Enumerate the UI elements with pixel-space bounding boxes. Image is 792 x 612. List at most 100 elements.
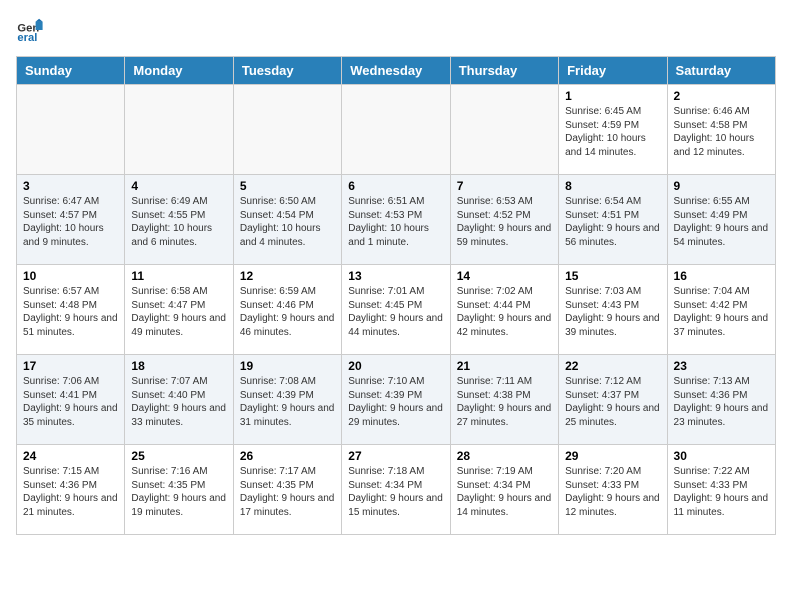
calendar-cell: 27 Sunrise: 7:18 AM Sunset: 4:34 PM Dayli…	[342, 445, 450, 535]
day-number: 15	[565, 269, 660, 283]
col-header-friday: Friday	[559, 57, 667, 85]
day-info: Sunrise: 6:54 AM Sunset: 4:51 PM Dayligh…	[565, 195, 660, 249]
day-info: Sunrise: 7:13 AM Sunset: 4:36 PM Dayligh…	[674, 375, 769, 429]
day-info: Sunrise: 7:07 AM Sunset: 4:40 PM Dayligh…	[131, 375, 226, 429]
page-header: Gen eral	[16, 16, 776, 44]
calendar-cell: 3Sunrise: 6:47 AM Sunset: 4:57 PM Daylig…	[17, 175, 125, 265]
calendar-cell: 7Sunrise: 6:53 AM Sunset: 4:52 PM Daylig…	[450, 175, 558, 265]
logo: Gen eral	[16, 16, 48, 44]
calendar-cell	[125, 85, 233, 175]
col-header-thursday: Thursday	[450, 57, 558, 85]
day-number: 1	[565, 89, 660, 103]
calendar-week-row: 17 Sunrise: 7:06 AM Sunset: 4:41 PM Dayli…	[17, 355, 776, 445]
day-number: 11	[131, 269, 226, 283]
day-info: Sunrise: 7:11 AM Sunset: 4:38 PM Dayligh…	[457, 375, 552, 429]
calendar-cell: 8 Sunrise: 6:54 AM Sunset: 4:51 PM Daylig…	[559, 175, 667, 265]
calendar-cell	[17, 85, 125, 175]
calendar-cell: 14Sunrise: 7:02 AM Sunset: 4:44 PM Dayli…	[450, 265, 558, 355]
calendar-cell: 28 Sunrise: 7:19 AM Sunset: 4:34 PM Dayli…	[450, 445, 558, 535]
day-info: Sunrise: 6:49 AM Sunset: 4:55 PM Dayligh…	[131, 195, 226, 249]
calendar-week-row: 10 Sunrise: 6:57 AM Sunset: 4:48 PM Dayli…	[17, 265, 776, 355]
day-info: Sunrise: 7:16 AM Sunset: 4:35 PM Dayligh…	[131, 465, 226, 519]
day-info: Sunrise: 7:17 AM Sunset: 4:35 PM Dayligh…	[240, 465, 335, 519]
calendar-cell: 12Sunrise: 6:59 AM Sunset: 4:46 PM Dayli…	[233, 265, 341, 355]
calendar-cell: 6 Sunrise: 6:51 AM Sunset: 4:53 PM Daylig…	[342, 175, 450, 265]
day-info: Sunrise: 7:22 AM Sunset: 4:33 PM Dayligh…	[674, 465, 769, 519]
calendar-cell: 25 Sunrise: 7:16 AM Sunset: 4:35 PM Dayli…	[125, 445, 233, 535]
day-number: 4	[131, 179, 226, 193]
logo-icon: Gen eral	[16, 16, 44, 44]
calendar-cell: 23 Sunrise: 7:13 AM Sunset: 4:36 PM Dayli…	[667, 355, 775, 445]
calendar-cell: 10 Sunrise: 6:57 AM Sunset: 4:48 PM Dayli…	[17, 265, 125, 355]
calendar-cell: 21Sunrise: 7:11 AM Sunset: 4:38 PM Dayli…	[450, 355, 558, 445]
calendar-cell	[450, 85, 558, 175]
calendar-header-row: SundayMondayTuesdayWednesdayThursdayFrid…	[17, 57, 776, 85]
day-number: 22	[565, 359, 660, 373]
day-info: Sunrise: 6:47 AM Sunset: 4:57 PM Dayligh…	[23, 195, 118, 249]
day-number: 14	[457, 269, 552, 283]
day-number: 10	[23, 269, 118, 283]
day-info: Sunrise: 6:51 AM Sunset: 4:53 PM Dayligh…	[348, 195, 443, 249]
day-number: 9	[674, 179, 769, 193]
calendar-cell: 17 Sunrise: 7:06 AM Sunset: 4:41 PM Dayli…	[17, 355, 125, 445]
day-number: 28	[457, 449, 552, 463]
day-number: 5	[240, 179, 335, 193]
col-header-wednesday: Wednesday	[342, 57, 450, 85]
day-info: Sunrise: 6:59 AM Sunset: 4:46 PM Dayligh…	[240, 285, 335, 339]
day-number: 20	[348, 359, 443, 373]
day-info: Sunrise: 7:19 AM Sunset: 4:34 PM Dayligh…	[457, 465, 552, 519]
day-info: Sunrise: 7:06 AM Sunset: 4:41 PM Dayligh…	[23, 375, 118, 429]
calendar-cell: 20Sunrise: 7:10 AM Sunset: 4:39 PM Dayli…	[342, 355, 450, 445]
day-number: 13	[348, 269, 443, 283]
day-info: Sunrise: 7:01 AM Sunset: 4:45 PM Dayligh…	[348, 285, 443, 339]
svg-text:eral: eral	[17, 32, 37, 44]
day-number: 8	[565, 179, 660, 193]
calendar-cell: 22 Sunrise: 7:12 AM Sunset: 4:37 PM Dayli…	[559, 355, 667, 445]
calendar-cell: 19 Sunrise: 7:08 AM Sunset: 4:39 PM Dayli…	[233, 355, 341, 445]
day-info: Sunrise: 7:08 AM Sunset: 4:39 PM Dayligh…	[240, 375, 335, 429]
calendar-cell: 2Sunrise: 6:46 AM Sunset: 4:58 PM Daylig…	[667, 85, 775, 175]
calendar-cell: 9 Sunrise: 6:55 AM Sunset: 4:49 PM Daylig…	[667, 175, 775, 265]
calendar-cell	[233, 85, 341, 175]
day-number: 29	[565, 449, 660, 463]
calendar-cell: 24 Sunrise: 7:15 AM Sunset: 4:36 PM Dayli…	[17, 445, 125, 535]
calendar-cell: 29 Sunrise: 7:20 AM Sunset: 4:33 PM Dayli…	[559, 445, 667, 535]
day-number: 23	[674, 359, 769, 373]
col-header-sunday: Sunday	[17, 57, 125, 85]
calendar-table: SundayMondayTuesdayWednesdayThursdayFrid…	[16, 56, 776, 535]
calendar-cell: 5 Sunrise: 6:50 AM Sunset: 4:54 PM Daylig…	[233, 175, 341, 265]
day-number: 24	[23, 449, 118, 463]
calendar-cell: 26 Sunrise: 7:17 AM Sunset: 4:35 PM Dayli…	[233, 445, 341, 535]
day-number: 18	[131, 359, 226, 373]
day-number: 6	[348, 179, 443, 193]
day-number: 16	[674, 269, 769, 283]
col-header-tuesday: Tuesday	[233, 57, 341, 85]
day-number: 2	[674, 89, 769, 103]
day-info: Sunrise: 7:03 AM Sunset: 4:43 PM Dayligh…	[565, 285, 660, 339]
day-info: Sunrise: 6:50 AM Sunset: 4:54 PM Dayligh…	[240, 195, 335, 249]
calendar-week-row: 3Sunrise: 6:47 AM Sunset: 4:57 PM Daylig…	[17, 175, 776, 265]
day-info: Sunrise: 7:04 AM Sunset: 4:42 PM Dayligh…	[674, 285, 769, 339]
day-info: Sunrise: 7:18 AM Sunset: 4:34 PM Dayligh…	[348, 465, 443, 519]
calendar-cell: 4 Sunrise: 6:49 AM Sunset: 4:55 PM Daylig…	[125, 175, 233, 265]
day-info: Sunrise: 6:55 AM Sunset: 4:49 PM Dayligh…	[674, 195, 769, 249]
day-number: 7	[457, 179, 552, 193]
day-number: 25	[131, 449, 226, 463]
day-number: 26	[240, 449, 335, 463]
calendar-cell: 11 Sunrise: 6:58 AM Sunset: 4:47 PM Dayli…	[125, 265, 233, 355]
day-info: Sunrise: 6:45 AM Sunset: 4:59 PM Dayligh…	[565, 105, 660, 159]
day-info: Sunrise: 6:57 AM Sunset: 4:48 PM Dayligh…	[23, 285, 118, 339]
calendar-cell: 18 Sunrise: 7:07 AM Sunset: 4:40 PM Dayli…	[125, 355, 233, 445]
calendar-cell: 16 Sunrise: 7:04 AM Sunset: 4:42 PM Dayli…	[667, 265, 775, 355]
day-number: 17	[23, 359, 118, 373]
day-number: 27	[348, 449, 443, 463]
day-info: Sunrise: 6:58 AM Sunset: 4:47 PM Dayligh…	[131, 285, 226, 339]
day-number: 19	[240, 359, 335, 373]
day-number: 30	[674, 449, 769, 463]
col-header-monday: Monday	[125, 57, 233, 85]
day-info: Sunrise: 7:20 AM Sunset: 4:33 PM Dayligh…	[565, 465, 660, 519]
day-info: Sunrise: 7:12 AM Sunset: 4:37 PM Dayligh…	[565, 375, 660, 429]
col-header-saturday: Saturday	[667, 57, 775, 85]
day-info: Sunrise: 7:15 AM Sunset: 4:36 PM Dayligh…	[23, 465, 118, 519]
calendar-week-row: 1 Sunrise: 6:45 AM Sunset: 4:59 PM Daylig…	[17, 85, 776, 175]
